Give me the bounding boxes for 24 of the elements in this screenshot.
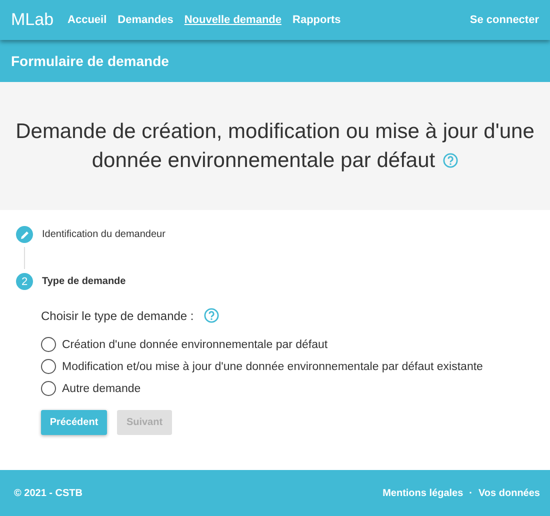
step-edit-icon [16, 226, 33, 243]
login-link[interactable]: Se connecter [470, 14, 539, 26]
copyright-text: © 2021 - CSTB [14, 488, 83, 498]
footer-link[interactable]: Vos données [478, 488, 540, 498]
brand-logo[interactable]: MLab [11, 10, 54, 30]
radio-option[interactable]: Autre demande [41, 381, 550, 396]
nav-link[interactable]: Rapports [292, 14, 341, 26]
footer-link[interactable]: Mentions légales [382, 488, 464, 498]
nav-link[interactable]: Demandes [118, 14, 174, 26]
step-label: Type de demande [42, 276, 126, 287]
nav-link[interactable]: Accueil [68, 14, 107, 26]
nav-link[interactable]: Nouvelle demande [184, 14, 282, 26]
radio-button[interactable] [41, 359, 56, 374]
page-title: Formulaire de demande [11, 53, 169, 69]
radio-button[interactable] [41, 337, 56, 352]
step-number: 2 [16, 273, 33, 290]
step-label: Identification du demandeur [42, 229, 166, 240]
hero-title: Demande de création, modification ou mise à jour d'une donnée environnementale par défaut [15, 119, 535, 174]
separator-dot: · [469, 488, 472, 498]
radio-option[interactable]: Modification et/ou mise à jour d'une donnée environnementale par défaut existante [41, 359, 550, 374]
question-label: Choisir le type de demande : [41, 308, 194, 322]
radio-button[interactable] [41, 381, 56, 396]
previous-button[interactable]: Précédent [41, 410, 107, 435]
radio-option[interactable]: Création d'une donnée environnementale par défaut [41, 337, 550, 352]
